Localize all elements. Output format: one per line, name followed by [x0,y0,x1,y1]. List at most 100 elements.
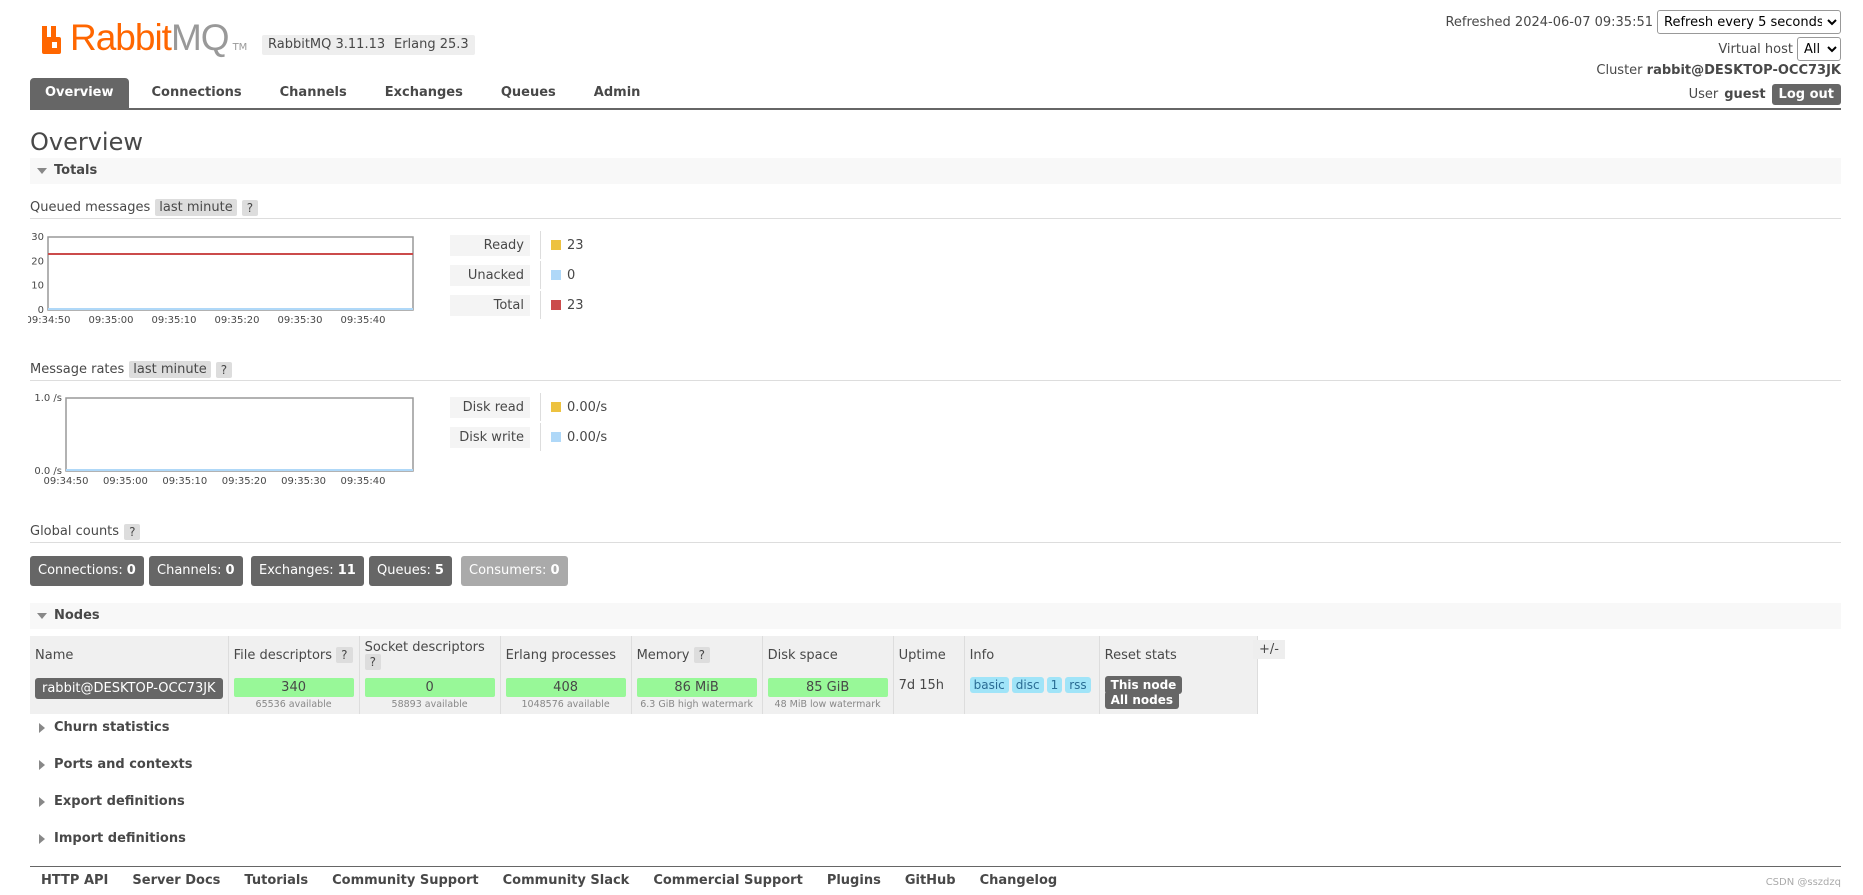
x-tick-label: 09:35:40 [341,315,386,326]
vhost-label: Virtual host [1718,41,1793,57]
legend-value: 23 [567,297,584,313]
global-count-exchanges[interactable]: Exchanges: 11 [251,556,364,586]
user-label: User [1688,87,1719,102]
footer-link-community-slack[interactable]: Community Slack [503,873,630,888]
legend-row-disk-read: Disk read 0.00/s [450,393,607,421]
tab-divider [30,108,1841,110]
message-rates-chart: 0.0 /s1.0 /s09:34:50 09:35:00 09:35:10 09:3… [34,393,414,487]
cluster-info: Cluster rabbit@DESKTOP-OCC73JK [1596,63,1841,78]
help-icon[interactable]: ? [336,646,353,663]
nodes-table-header: Name File descriptors ? Socket descripto… [30,636,1258,674]
section-churn-statistics[interactable]: Churn statistics [30,715,1841,741]
watermark-text: CSDN @sszdzq [1765,877,1841,888]
legend-label: Disk write [450,426,530,448]
y-tick-label: 1.0 /s [34,393,62,404]
tab-channels[interactable]: Channels [265,78,362,108]
global-counts-header: Global counts ? [30,521,1841,543]
info-tag-basic: basic [969,677,1009,693]
rates-period-selector[interactable]: last minute [129,361,211,378]
footer-link-tutorials[interactable]: Tutorials [244,873,308,888]
rates-help-icon[interactable]: ? [215,361,233,378]
legend-row-total: Total 23 [450,291,584,319]
footer-link-http-api[interactable]: HTTP API [41,873,108,888]
x-tick-label: 09:35:00 [89,315,134,326]
legend-label: Unacked [450,264,530,286]
footer-link-changelog[interactable]: Changelog [980,873,1058,888]
chart-plot-area [47,236,414,311]
rabbitmq-logo[interactable]: Rabbit MQ TM [40,17,248,58]
section-ports-and-contexts[interactable]: Ports and contexts [30,752,1841,778]
tab-queues[interactable]: Queues [486,78,571,108]
legend-label: Total [450,294,530,316]
section-import-definitions[interactable]: Import definitions [30,826,1841,852]
x-tick-label: 09:35:40 [341,476,386,487]
y-tick-label: 30 [31,232,44,243]
global-count-connections[interactable]: Connections: 0 [30,556,144,586]
legend-row-disk-write: Disk write 0.00/s [450,423,607,451]
queued-help-icon[interactable]: ? [241,199,259,216]
socket-descriptors-available: 58893 available [391,699,468,710]
legend-label: Ready [450,234,530,256]
global-counts-help-icon[interactable]: ? [124,523,141,540]
global-count-consumers[interactable]: Consumers: 0 [461,556,568,586]
message-rates-header: Message rates last minute ? [30,359,1841,381]
footer-link-server-docs[interactable]: Server Docs [132,873,220,888]
col-socket-descriptors: Socket descriptors ? [359,636,501,674]
refresh-interval-select[interactable]: Refresh every 5 seconds [1657,10,1841,34]
section-export-definitions[interactable]: Export definitions [30,789,1841,815]
nodes-table: Name File descriptors ? Socket descripto… [30,636,1258,714]
x-tick-label: 09:35:30 [278,315,323,326]
legend-value: 23 [567,237,584,253]
message-rates-label: Message rates [30,362,125,377]
col-info: Info [964,636,1100,674]
logo-text-mq: MQ [170,17,230,58]
column-toggle-button[interactable]: +/- [1253,640,1285,659]
disk-space-gauge: 85 GiB [767,678,888,697]
queued-messages-header: Queued messages last minute ? [30,197,1841,219]
tab-admin[interactable]: Admin [579,78,656,108]
global-count-channels[interactable]: Channels: 0 [149,556,243,586]
legend-value: 0 [567,267,576,283]
section-totals-header[interactable]: Totals [30,158,1841,184]
queued-period-selector[interactable]: last minute [155,199,237,216]
footer-link-commercial-support[interactable]: Commercial Support [653,873,803,888]
legend-swatch [551,240,561,250]
rabbitmq-version-badge: RabbitMQ 3.11.13 [262,35,392,55]
x-tick-label: 09:34:50 [44,476,89,487]
disk-space-watermark: 48 MiB low watermark [774,699,881,710]
memory-gauge: 86 MiB [636,678,757,697]
cluster-label: Cluster [1596,63,1643,78]
file-descriptors-gauge: 340 [233,678,354,697]
legend-swatch [551,432,561,442]
erlang-version-badge: Erlang 25.3 [388,35,475,55]
info-tag-rss: rss [1065,677,1091,693]
tab-connections[interactable]: Connections [137,78,257,108]
tab-exchanges[interactable]: Exchanges [370,78,478,108]
section-totals-title: Totals [54,163,98,178]
footer-link-github[interactable]: GitHub [905,873,956,888]
help-icon[interactable]: ? [364,654,381,670]
col-name: Name [30,636,229,674]
footer-link-community-support[interactable]: Community Support [332,873,479,888]
x-tick-label: 09:35:00 [103,476,148,487]
footer-link-plugins[interactable]: Plugins [827,873,881,888]
logo-tm: TM [232,42,248,53]
col-file-descriptors: File descriptors ? [228,636,360,674]
global-count-queues[interactable]: Queues: 5 [369,556,452,586]
logout-button[interactable]: Log out [1771,84,1841,105]
help-icon[interactable]: ? [693,646,710,663]
queued-messages-label: Queued messages [30,200,151,215]
main-tabs: Overview Connections Channels Exchanges … [30,78,663,108]
file-descriptors-available: 65536 available [255,699,332,710]
refreshed-label: Refreshed 2024-06-07 09:35:51 [1445,14,1653,30]
section-nodes-header[interactable]: Nodes [30,603,1841,629]
tab-overview[interactable]: Overview [30,78,129,108]
rates-legend: Disk read 0.00/s Disk write 0.00/s [450,393,607,455]
vhost-select[interactable]: All [1797,37,1841,61]
x-tick-label: 09:35:30 [281,476,326,487]
x-tick-label: 09:34:50 [28,315,70,326]
y-tick-label: 10 [31,281,44,292]
node-name-link[interactable]: rabbit@DESKTOP-OCC73JK [35,678,223,699]
reset-all-nodes-button[interactable]: All nodes [1104,691,1179,709]
erlang-processes-available: 1048576 available [521,699,610,710]
